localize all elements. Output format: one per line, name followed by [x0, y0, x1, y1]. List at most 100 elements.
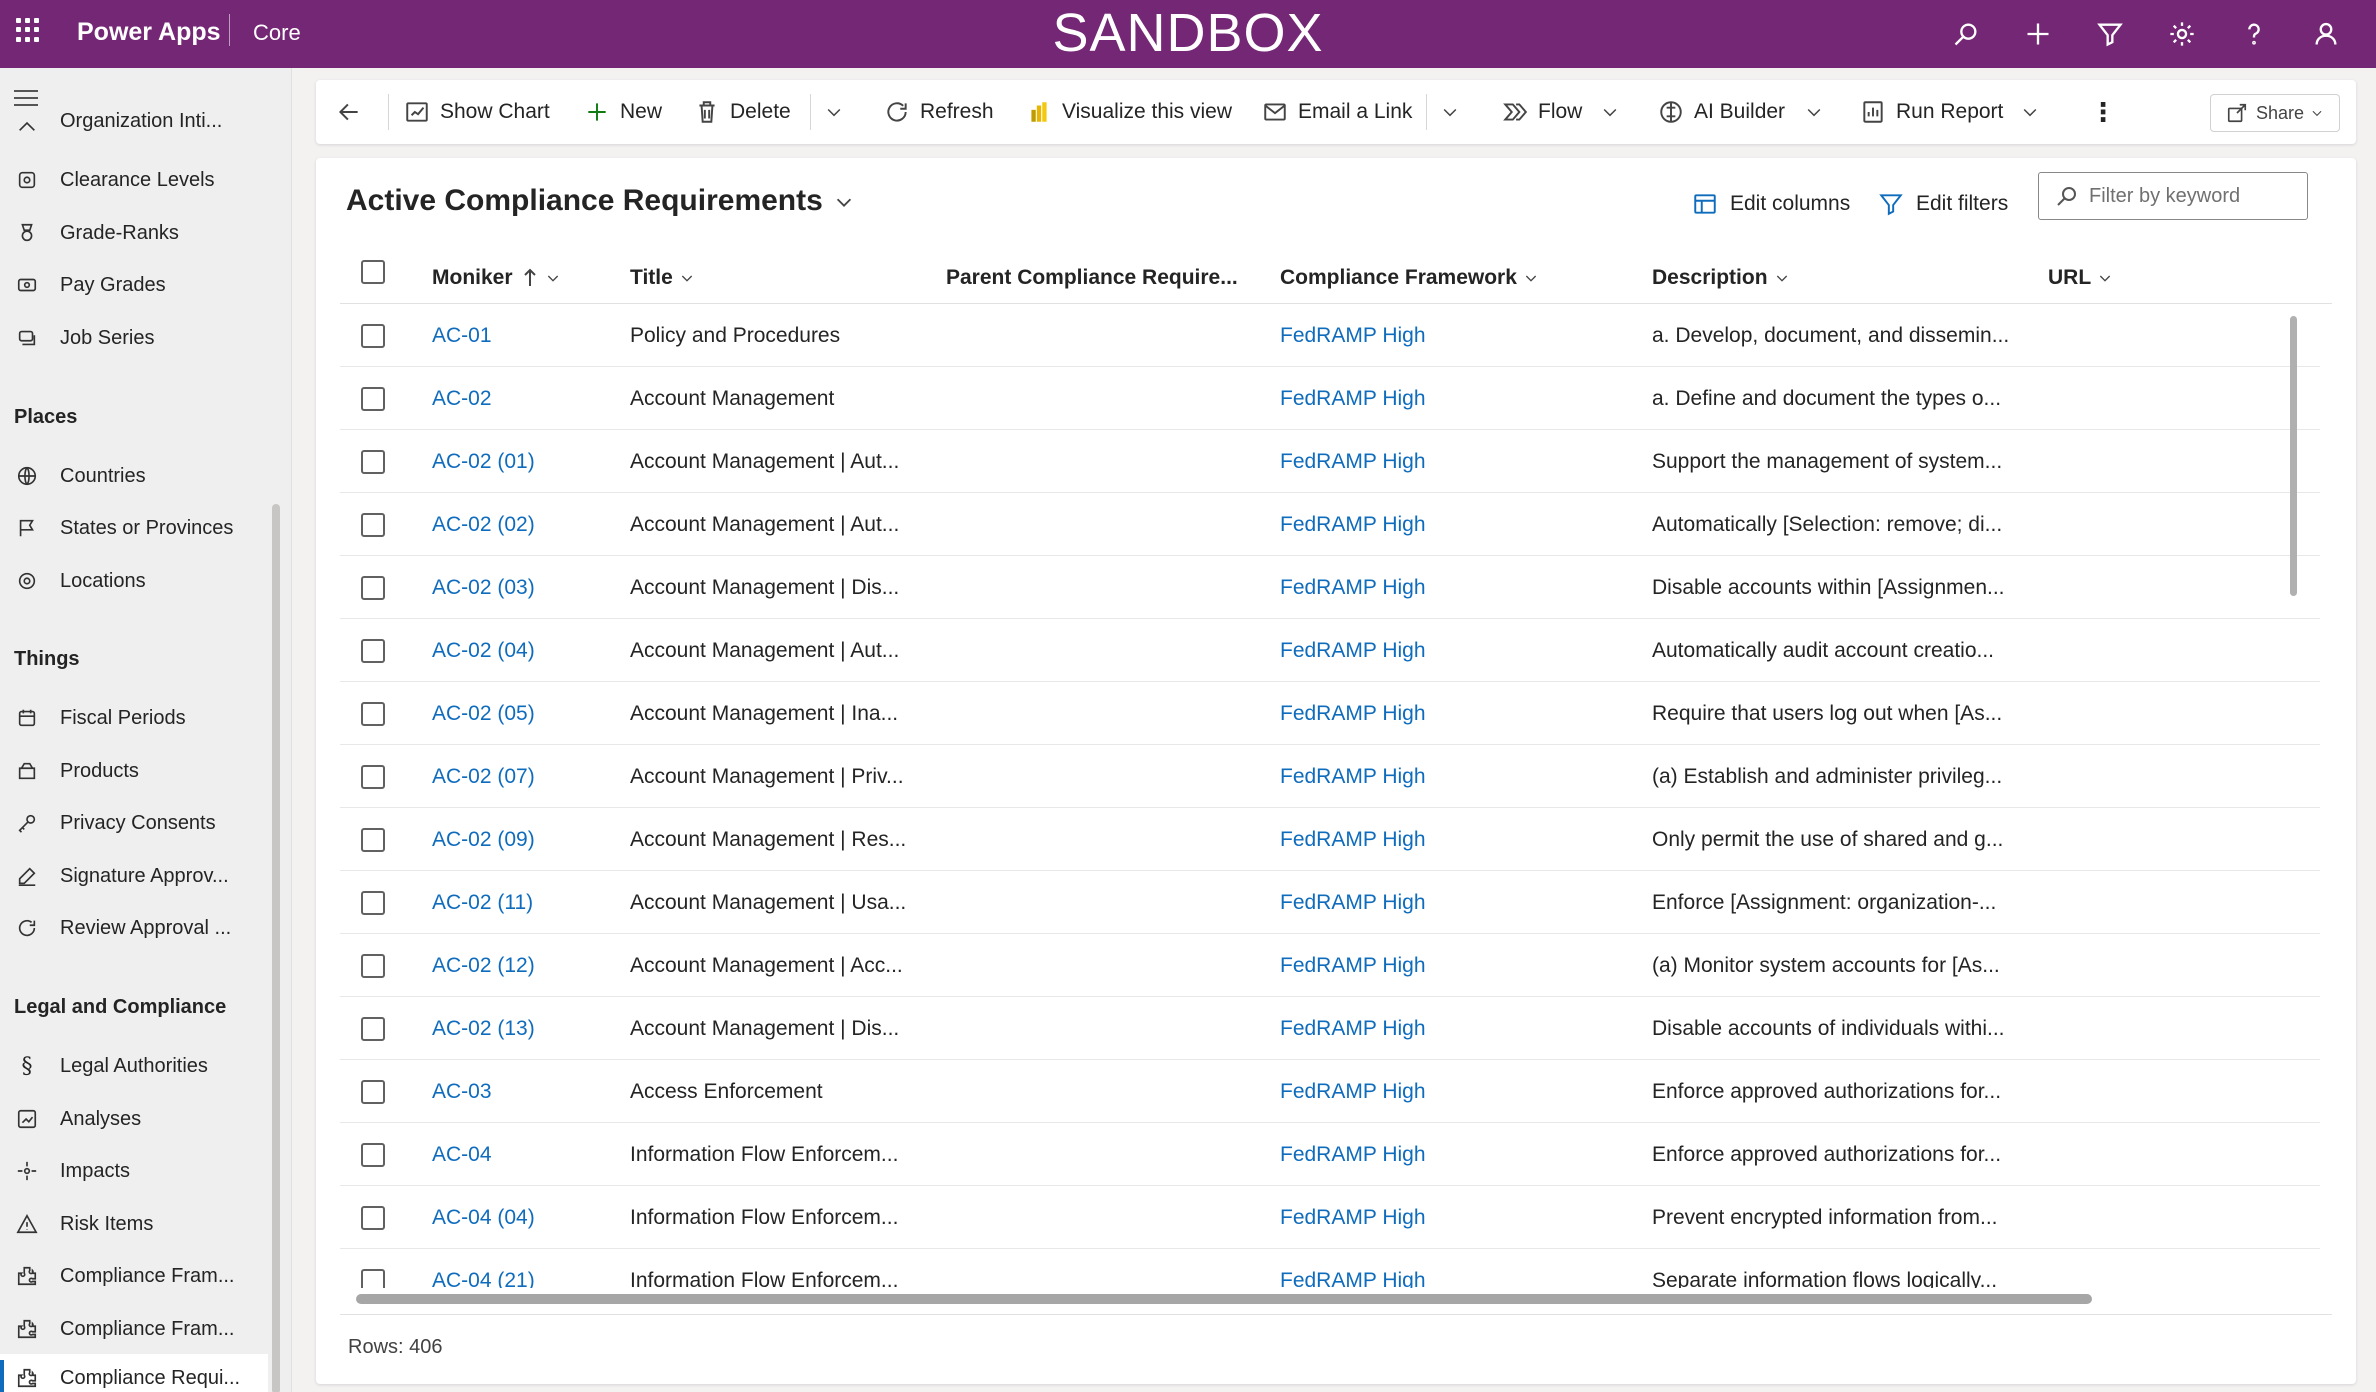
visualize-this-view-button[interactable]: Visualize this view: [1026, 80, 1232, 144]
row-checkbox[interactable]: [361, 765, 385, 789]
row-checkbox[interactable]: [361, 702, 385, 726]
row-checkbox[interactable]: [361, 954, 385, 978]
email-a-link-button[interactable]: Email a Link: [1262, 80, 1412, 144]
column-header-compliance-framework[interactable]: Compliance Framework: [1280, 258, 1539, 298]
table-row[interactable]: AC-02 (09) Account Management | Res... Fed…: [340, 808, 2320, 871]
table-row[interactable]: AC-01 Policy and Procedures FedRAMP High a.…: [340, 304, 2320, 367]
sidebar-item-review-approvals[interactable]: Review Approval ...: [0, 904, 268, 952]
search-icon[interactable]: [1930, 14, 2002, 54]
cell-moniker[interactable]: AC-04 (04): [432, 1186, 622, 1249]
filter-icon[interactable]: [2074, 14, 2146, 54]
filter-by-keyword-field[interactable]: [2038, 172, 2308, 220]
flow-dropdown[interactable]: [1600, 80, 1620, 144]
show-chart-button[interactable]: Show Chart: [404, 80, 550, 144]
cell-parent-requirement[interactable]: [946, 745, 1246, 808]
cell-moniker[interactable]: AC-02 (05): [432, 682, 622, 745]
table-row[interactable]: AC-04 (21) Information Flow Enforcem... Fe…: [340, 1249, 2320, 1288]
sidebar-item-fiscal-periods[interactable]: Fiscal Periods: [0, 694, 268, 742]
cell-moniker[interactable]: AC-02 (01): [432, 430, 622, 493]
person-icon[interactable]: [2290, 14, 2362, 54]
plus-icon[interactable]: [2002, 14, 2074, 54]
row-checkbox[interactable]: [361, 891, 385, 915]
back-button[interactable]: [336, 80, 372, 144]
cell-compliance-framework[interactable]: FedRAMP High: [1280, 871, 1640, 934]
table-row[interactable]: AC-02 (11) Account Management | Usa... Fed…: [340, 871, 2320, 934]
table-row[interactable]: AC-02 (01) Account Management | Aut... Fed…: [340, 430, 2320, 493]
cell-compliance-framework[interactable]: FedRAMP High: [1280, 430, 1640, 493]
sidebar-item-compliance-frameworks[interactable]: Compliance Fram...: [0, 1252, 268, 1300]
cell-parent-requirement[interactable]: [946, 304, 1246, 367]
cell-parent-requirement[interactable]: [946, 997, 1246, 1060]
table-row[interactable]: AC-02 (04) Account Management | Aut... Fed…: [340, 619, 2320, 682]
horizontal-scrollbar[interactable]: [356, 1294, 2092, 1304]
gear-icon[interactable]: [2146, 14, 2218, 54]
table-row[interactable]: AC-02 (07) Account Management | Priv... Fe…: [340, 745, 2320, 808]
sidebar-item-countries[interactable]: Countries: [0, 452, 268, 500]
sidebar-item-job-series[interactable]: Job Series: [0, 314, 268, 362]
cell-moniker[interactable]: AC-04 (21): [432, 1249, 622, 1288]
cell-compliance-framework[interactable]: FedRAMP High: [1280, 304, 1640, 367]
more-options-icon[interactable]: ⋮: [2090, 80, 2116, 144]
column-header-moniker[interactable]: Moniker: [432, 258, 561, 298]
table-row[interactable]: AC-02 (02) Account Management | Aut... Fed…: [340, 493, 2320, 556]
cell-compliance-framework[interactable]: FedRAMP High: [1280, 619, 1640, 682]
row-checkbox[interactable]: [361, 1269, 385, 1288]
table-row[interactable]: AC-02 (05) Account Management | Ina... Fed…: [340, 682, 2320, 745]
cell-compliance-framework[interactable]: FedRAMP High: [1280, 808, 1640, 871]
row-checkbox[interactable]: [361, 450, 385, 474]
row-checkbox[interactable]: [361, 576, 385, 600]
cell-compliance-framework[interactable]: FedRAMP High: [1280, 745, 1640, 808]
row-checkbox[interactable]: [361, 639, 385, 663]
flow-button[interactable]: Flow: [1502, 80, 1582, 144]
sidebar-item-states-or-provinces[interactable]: States or Provinces: [0, 504, 268, 552]
table-row[interactable]: AC-02 (12) Account Management | Acc... Fed…: [340, 934, 2320, 997]
sidebar-item-locations[interactable]: Locations: [0, 557, 268, 605]
cell-parent-requirement[interactable]: [946, 430, 1246, 493]
edit-columns-button[interactable]: Edit columns: [1692, 186, 1850, 222]
cell-parent-requirement[interactable]: [946, 1249, 1246, 1288]
filter-input[interactable]: [2089, 184, 2289, 208]
cell-compliance-framework[interactable]: FedRAMP High: [1280, 682, 1640, 745]
table-row[interactable]: AC-02 Account Management FedRAMP High a. De…: [340, 367, 2320, 430]
share-button[interactable]: Share: [2210, 94, 2340, 132]
cell-moniker[interactable]: AC-02: [432, 367, 622, 430]
cell-compliance-framework[interactable]: FedRAMP High: [1280, 1060, 1640, 1123]
view-selector[interactable]: Active Compliance Requirements: [346, 184, 855, 218]
cell-parent-requirement[interactable]: [946, 1186, 1246, 1249]
sidebar-item-compliance-framework-items[interactable]: Compliance Fram...: [0, 1305, 268, 1353]
sidebar-item-clearance-levels[interactable]: Clearance Levels: [0, 156, 268, 204]
edit-filters-button[interactable]: Edit filters: [1878, 186, 2008, 222]
sidebar-item-impacts[interactable]: Impacts: [0, 1147, 268, 1195]
row-checkbox[interactable]: [361, 324, 385, 348]
cell-moniker[interactable]: AC-02 (02): [432, 493, 622, 556]
hamburger-menu-icon[interactable]: [14, 90, 38, 111]
run-report-button[interactable]: Run Report: [1860, 80, 2003, 144]
cell-moniker[interactable]: AC-02 (12): [432, 934, 622, 997]
sidebar-item-analyses[interactable]: Analyses: [0, 1095, 268, 1143]
cell-compliance-framework[interactable]: FedRAMP High: [1280, 1186, 1640, 1249]
cell-moniker[interactable]: AC-04: [432, 1123, 622, 1186]
sidebar-item-legal-authorities[interactable]: § Legal Authorities: [0, 1042, 268, 1090]
cell-compliance-framework[interactable]: FedRAMP High: [1280, 367, 1640, 430]
row-checkbox[interactable]: [361, 1080, 385, 1104]
email-link-dropdown[interactable]: [1440, 80, 1460, 144]
sidebar-item-grade-ranks[interactable]: Grade-Ranks: [0, 209, 268, 257]
sidebar-item-organization[interactable]: Organization Inti...: [0, 110, 268, 144]
ai-builder-dropdown[interactable]: [1804, 80, 1824, 144]
sidebar-item-products[interactable]: Products: [0, 747, 268, 795]
table-row[interactable]: AC-03 Access Enforcement FedRAMP High Enfor…: [340, 1060, 2320, 1123]
help-icon[interactable]: [2218, 14, 2290, 54]
cell-parent-requirement[interactable]: [946, 367, 1246, 430]
cell-parent-requirement[interactable]: [946, 493, 1246, 556]
cell-moniker[interactable]: AC-02 (04): [432, 619, 622, 682]
cell-parent-requirement[interactable]: [946, 934, 1246, 997]
cell-compliance-framework[interactable]: FedRAMP High: [1280, 1249, 1640, 1288]
cell-compliance-framework[interactable]: FedRAMP High: [1280, 1123, 1640, 1186]
sidebar-item-privacy-consents[interactable]: Privacy Consents: [0, 799, 268, 847]
cell-compliance-framework[interactable]: FedRAMP High: [1280, 556, 1640, 619]
table-row[interactable]: AC-02 (13) Account Management | Dis... Fed…: [340, 997, 2320, 1060]
cell-parent-requirement[interactable]: [946, 619, 1246, 682]
row-checkbox[interactable]: [361, 513, 385, 537]
table-row[interactable]: AC-04 Information Flow Enforcem... FedRAMP…: [340, 1123, 2320, 1186]
cell-moniker[interactable]: AC-02 (07): [432, 745, 622, 808]
